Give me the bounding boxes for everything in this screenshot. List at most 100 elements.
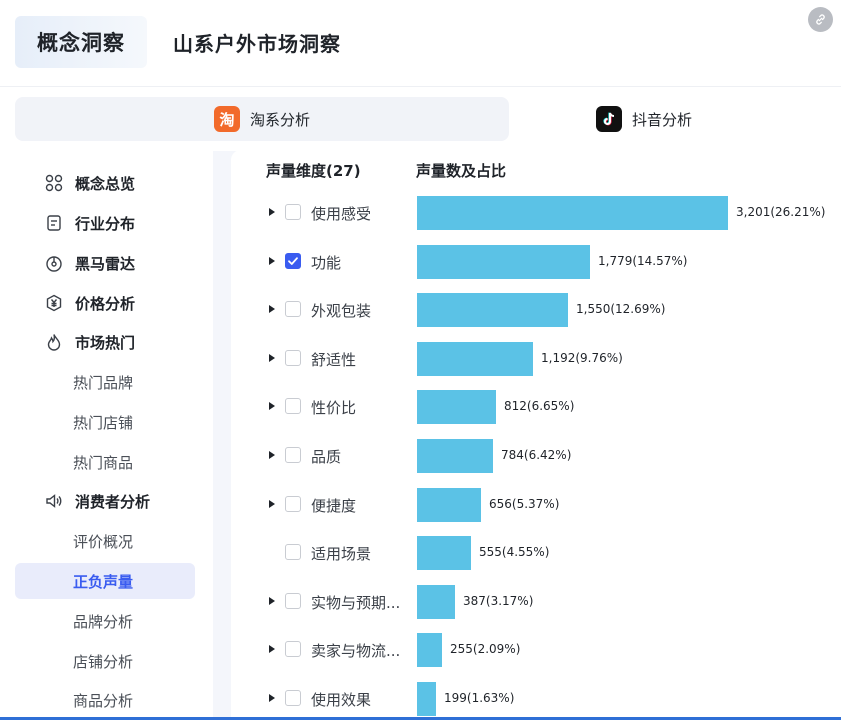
sidebar-item-label: 品牌分析 [73,612,134,631]
expand-arrow-icon[interactable] [269,694,275,702]
volume-bar[interactable] [417,439,493,473]
app-header: 概念洞察 山系户外市场洞察 [0,0,841,86]
dimension-label: 功能 [311,253,342,272]
fire-icon [43,331,65,353]
row-checkbox[interactable] [285,252,301,269]
app-logo[interactable]: 概念洞察 [15,16,147,68]
sidebar-item-hot-brands[interactable]: 热门品牌 [15,364,195,400]
sidebar-item-label: 店铺分析 [73,652,134,671]
volume-bar[interactable] [417,244,590,279]
row-checkbox[interactable] [285,592,301,609]
volume-value-label: 1,550(12.69%) [576,302,666,317]
row-checkbox[interactable] [285,398,301,415]
dimension-label: 便捷度 [311,496,357,515]
sidebar-item-label: 热门商品 [73,453,134,472]
volume-value-label: 255(2.09%) [450,642,521,657]
expand-arrow-icon[interactable] [269,353,275,362]
table-row[interactable]: 使用效果 199(1.63%) [231,682,841,716]
radar-icon [43,252,65,274]
price-icon [43,292,65,314]
dimension-label: 实物与预期... [311,593,401,612]
check-icon [288,256,298,265]
expand-arrow-icon[interactable] [269,402,275,411]
sidebar-item-label: 黑马雷达 [75,254,136,273]
expand-arrow-icon[interactable] [269,208,275,216]
volume-bar[interactable] [417,633,442,668]
tab-douyin-label: 抖音分析 [631,110,692,129]
table-row[interactable]: 实物与预期... 387(3.17%) [231,584,841,619]
dimension-label: 卖家与物流... [311,642,401,661]
sidebar-item-label: 热门店铺 [73,413,134,432]
sidebar-item-industry[interactable]: 行业分布 [15,205,195,241]
volume-value-label: 1,192(9.76%) [541,350,623,365]
sidebar-item-label: 正负声量 [73,572,134,591]
volume-bar[interactable] [417,487,481,522]
tab-douyin[interactable]: 抖音分析 [509,97,779,141]
sidebar-item-hot-products[interactable]: 热门商品 [15,444,195,480]
table-row[interactable]: 便捷度 656(5.37%) [231,487,841,522]
sidebar-item-hot-market[interactable]: 市场热门 [15,324,195,360]
row-checkbox[interactable] [285,204,301,220]
table-row[interactable]: 性价比 812(6.65%) [231,390,841,425]
dimension-label: 使用效果 [311,691,372,709]
volume-bar[interactable] [417,584,455,619]
table-row[interactable]: 使用感受 3,201(26.21%) [231,196,841,230]
table-row[interactable]: 卖家与物流... 255(2.09%) [231,633,841,668]
volume-bar[interactable] [417,682,436,716]
row-checkbox[interactable] [285,447,301,463]
platform-tabbar: 淘 淘系分析 抖音分析 [0,86,841,151]
sidebar-item-label: 商品分析 [73,691,134,710]
sidebar-item-sentiment-volume[interactable]: 正负声量 [15,563,195,599]
sidebar-item-brand-analysis[interactable]: 品牌分析 [15,603,195,639]
sidebar-item-overview[interactable]: 概念总览 [15,165,195,201]
expand-arrow-icon[interactable] [269,645,275,654]
expand-arrow-icon[interactable] [269,305,275,314]
sidebar-item-store-analysis[interactable]: 店铺分析 [15,643,195,679]
tab-taobao-label: 淘系分析 [249,110,310,129]
row-checkbox[interactable] [285,495,301,512]
table-row[interactable]: 功能 1,779(14.57%) [231,244,841,279]
expand-arrow-icon[interactable] [269,596,275,605]
row-checkbox[interactable] [285,544,301,561]
volume-bar[interactable] [417,536,471,571]
sidebar-item-label: 评价概况 [73,532,134,551]
row-checkbox[interactable] [285,349,301,366]
sidebar-item-radar[interactable]: 黑马雷达 [15,245,195,281]
volume-value-label: 555(4.55%) [479,545,550,560]
speaker-icon [43,490,65,512]
sidebar-item-price[interactable]: 价格分析 [15,285,195,321]
volume-value-label: 387(3.17%) [463,593,534,608]
row-checkbox[interactable] [285,641,301,658]
table-row[interactable]: 外观包装 1,550(12.69%) [231,293,841,328]
table-row[interactable]: 适用场景 555(4.55%) [231,536,841,571]
sidebar-item-review-overview[interactable]: 评价概况 [15,523,195,559]
volume-bar[interactable] [417,196,728,230]
sidebar-item-label: 消费者分析 [75,492,151,511]
volume-value-label: 656(5.37%) [489,496,560,511]
dimension-label: 适用场景 [311,545,372,564]
dimension-label: 外观包装 [311,302,372,321]
volume-panel: 声量维度(27) 声量数及占比 使用感受 3,201(26.21%) 功能 1,779… [231,150,841,720]
table-row[interactable]: 品质 784(6.42%) [231,439,841,473]
expand-arrow-icon[interactable] [269,256,275,265]
sidebar-item-label: 行业分布 [75,214,136,233]
sidebar-item-product-analysis[interactable]: 商品分析 [15,682,195,718]
page-title: 山系户外市场洞察 [173,32,341,56]
volume-bar[interactable] [417,390,496,425]
volume-bar[interactable] [417,293,568,328]
row-checkbox[interactable] [285,690,301,706]
volume-value-label: 199(1.63%) [444,691,515,705]
expand-arrow-icon[interactable] [269,499,275,508]
taobao-icon: 淘 [213,106,240,132]
expand-arrow-icon[interactable] [269,451,275,459]
sidebar-item-hot-stores[interactable]: 热门店铺 [15,404,195,440]
volume-value-label: 812(6.65%) [504,399,575,414]
table-row[interactable]: 舒适性 1,192(9.76%) [231,341,841,376]
sidebar-item-consumer[interactable]: 消费者分析 [15,483,195,519]
dimension-label: 性价比 [311,399,357,418]
tab-taobao[interactable]: 淘 淘系分析 [15,97,509,141]
dimension-label: 舒适性 [311,350,357,369]
volume-bar[interactable] [417,341,533,376]
share-link-button[interactable] [808,7,833,32]
row-checkbox[interactable] [285,301,301,318]
